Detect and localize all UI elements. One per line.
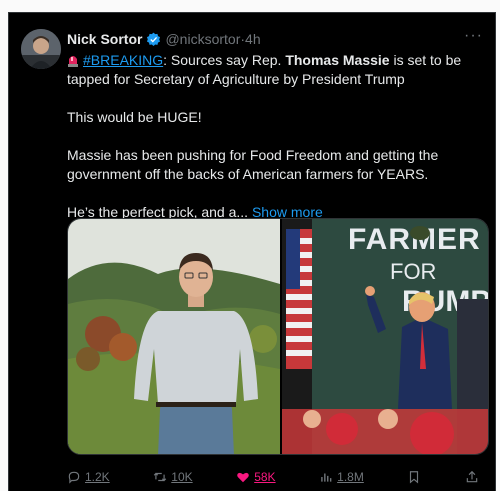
like-button[interactable]: 58K [236,470,276,484]
like-count: 58K [254,470,276,484]
reply-icon [68,471,80,484]
tweet-paragraph-2: This would be HUGE! [67,109,202,125]
author-handle[interactable]: @nicksortor [165,31,240,47]
tweet-actions: 1.2K 10K 58K 1.8M [67,467,479,487]
text-segment: : Sources say Rep. [163,52,286,68]
more-icon[interactable]: ··· [464,27,483,45]
tweet-media[interactable]: FARMER FOR RUMP [67,218,489,455]
tweet-paragraph-3: Massie has been pushing for Food Freedom… [67,147,439,182]
author-name[interactable]: Nick Sortor [67,31,142,47]
views-button[interactable]: 1.8M [319,470,364,484]
share-button[interactable] [465,470,479,484]
views-icon [321,473,332,482]
repost-icon [154,472,167,482]
avatar[interactable] [21,29,61,69]
tweet-header: Nick Sortor @nicksortor · 4h ··· [67,27,483,49]
views-count: 1.8M [337,470,364,484]
bookmark-icon [410,471,419,484]
repost-count: 10K [171,470,193,484]
tweet-text: #BREAKING: Sources say Rep. Thomas Massi… [67,51,481,241]
verified-badge-icon [147,32,161,46]
sign-text-for: FOR [390,259,436,284]
reply-button[interactable]: 1.2K [67,470,110,484]
timestamp[interactable]: 4h [245,31,261,47]
tweet-card: Nick Sortor @nicksortor · 4h ··· #BREAKI… [8,12,496,491]
media-photo-right[interactable]: FARMER FOR RUMP [282,219,488,454]
tweet-paragraph-1: #BREAKING: Sources say Rep. Thomas Massi… [67,51,481,89]
media-photo-left[interactable] [68,219,280,454]
share-icon [466,470,478,483]
bookmark-button[interactable] [407,470,421,484]
like-icon [237,472,249,483]
bold-name: Thomas Massie [285,52,390,68]
repost-button[interactable]: 10K [153,470,193,484]
hashtag-link[interactable]: #BREAKING [83,52,163,68]
reply-count: 1.2K [85,470,110,484]
siren-emoji-icon [68,56,78,67]
